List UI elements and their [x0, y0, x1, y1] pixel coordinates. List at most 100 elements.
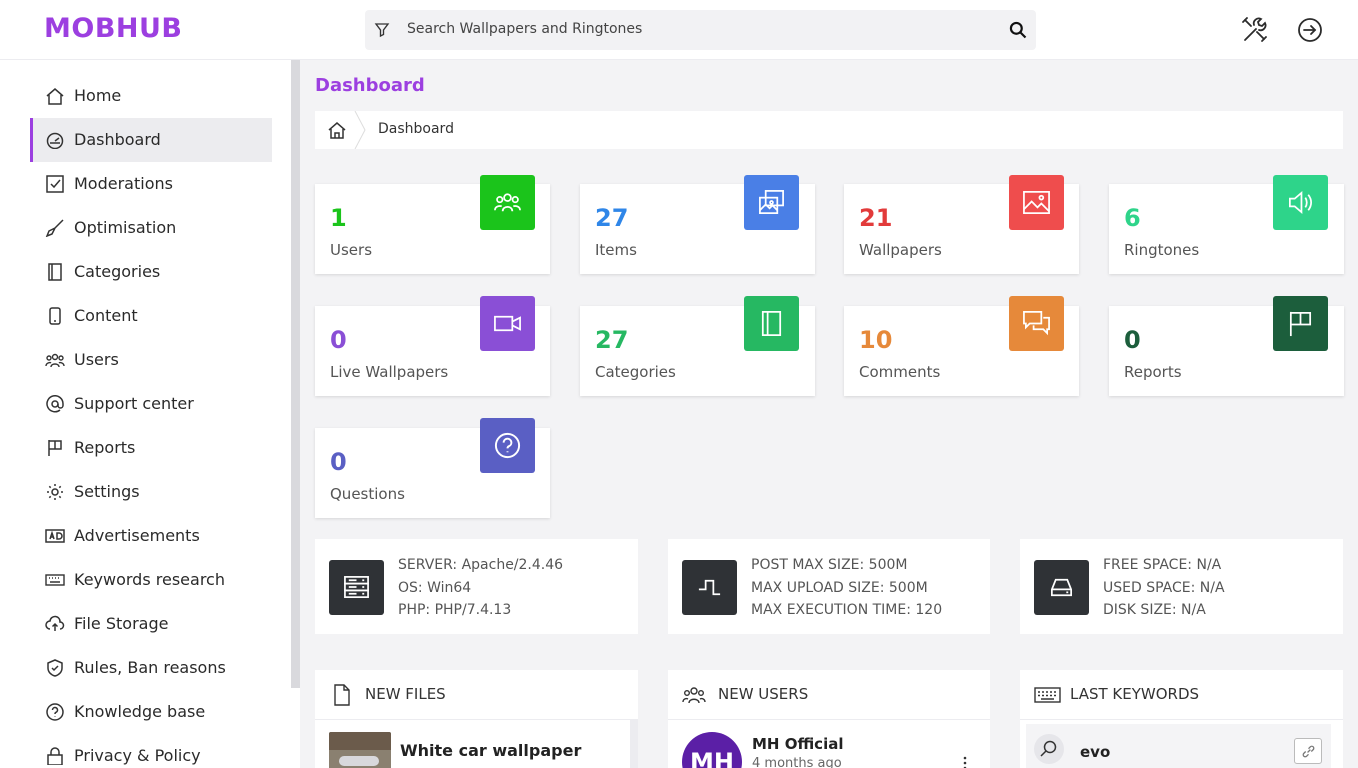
file-title[interactable]: White car wallpaper [400, 741, 581, 760]
sidebar-item-label: Keywords research [74, 570, 225, 589]
upload-max-line: MAX UPLOAD SIZE: 500M [751, 579, 928, 596]
question-icon [46, 703, 64, 721]
comments-badge [1009, 296, 1064, 351]
keyword-link-button[interactable] [1294, 738, 1322, 764]
keyword-row[interactable]: evo [1026, 724, 1331, 768]
video-icon [494, 315, 521, 332]
limits-info-box: POST MAX SIZE: 500M MAX UPLOAD SIZE: 500… [668, 539, 990, 634]
ringtones-badge [1273, 175, 1328, 230]
free-space-line: FREE SPACE: N/A [1103, 557, 1222, 573]
sidebar-item-label: Advertisements [74, 526, 200, 545]
tools-icon[interactable] [1240, 15, 1270, 45]
pulse-icon [698, 579, 721, 596]
sidebar-item-label: Users [74, 350, 119, 369]
top-header: MOBHUB Search Wallpapers and Ringtones [0, 0, 1358, 60]
sidebar-item-settings[interactable]: Settings [30, 470, 272, 514]
sidebar-item-file-storage[interactable]: File Storage [30, 602, 272, 646]
stat-value: 6 [1124, 204, 1141, 232]
stat-label: Comments [859, 363, 941, 381]
more-vertical-icon[interactable] [962, 756, 968, 768]
hard-drive-icon [1050, 578, 1073, 597]
sidebar-item-privacy-policy[interactable]: Privacy & Policy [30, 734, 272, 768]
panel-header: NEW USERS [668, 670, 990, 720]
sidebar-item-reports[interactable]: Reports [30, 426, 272, 470]
stat-label: Categories [595, 363, 676, 381]
app-logo[interactable]: MOBHUB [44, 13, 183, 44]
sidebar-item-label: File Storage [74, 614, 169, 633]
keyword-search-badge [1034, 734, 1064, 764]
server-icon [344, 576, 369, 599]
stat-label: Reports [1124, 363, 1182, 381]
logout-icon[interactable] [1295, 15, 1325, 45]
sidebar-item-label: Reports [74, 438, 136, 457]
keyboard-icon [45, 574, 65, 586]
users-icon [494, 193, 521, 212]
user-joined: 4 months ago [752, 756, 842, 768]
reports-badge [1273, 296, 1328, 351]
exec-time-line: MAX EXECUTION TIME: 120 [751, 602, 943, 618]
stat-label: Wallpapers [859, 241, 942, 259]
avatar[interactable]: MH [682, 732, 742, 768]
sidebar-item-label: Settings [74, 482, 140, 501]
sidebar-item-categories[interactable]: Categories [30, 250, 272, 294]
panel-title: LAST KEYWORDS [1070, 685, 1200, 703]
search-bar[interactable]: Search Wallpapers and Ringtones [365, 10, 1036, 50]
sidebar-item-knowledge-base[interactable]: Knowledge base [30, 690, 272, 734]
shield-icon [47, 659, 63, 677]
php-line: PHP: PHP/7.4.13 [398, 602, 512, 618]
last-keywords-panel: LAST KEYWORDS evo [1020, 670, 1343, 768]
gear-icon [47, 484, 63, 500]
keyword-text: evo [1080, 743, 1111, 761]
file-thumbnail[interactable] [329, 732, 391, 768]
sidebar-item-keywords-research[interactable]: Keywords research [30, 558, 272, 602]
sidebar-scrollbar[interactable] [291, 60, 300, 688]
server-info-box: SERVER: Apache/2.4.46 OS: Win64 PHP: PHP… [315, 539, 638, 634]
search-icon[interactable] [1008, 20, 1028, 40]
stat-label: Users [330, 241, 373, 259]
sidebar-item-users[interactable]: Users [30, 338, 272, 382]
limits-badge [682, 560, 737, 615]
home-icon[interactable] [327, 120, 347, 140]
search-input[interactable]: Search Wallpapers and Ringtones [407, 21, 642, 37]
sidebar-item-label: Knowledge base [74, 702, 206, 721]
sidebar-item-rules[interactable]: Rules, Ban reasons [30, 646, 272, 690]
filter-icon[interactable] [373, 21, 391, 39]
stat-label: Ringtones [1124, 241, 1200, 259]
questions-badge [480, 418, 535, 473]
page-title: Dashboard [315, 75, 425, 96]
breadcrumb: Dashboard [315, 111, 1343, 149]
flag-icon [48, 440, 62, 456]
user-name[interactable]: MH Official [752, 735, 843, 753]
new-files-panel: NEW FILES White car wallpaper [315, 670, 638, 768]
users-icon [682, 687, 706, 704]
sidebar-item-dashboard[interactable]: Dashboard [30, 118, 272, 162]
sidebar-item-label: Privacy & Policy [74, 746, 201, 765]
stat-value: 0 [1124, 326, 1141, 354]
checkbox-icon [46, 175, 64, 193]
sidebar-item-moderations[interactable]: Moderations [30, 162, 272, 206]
panel-header: LAST KEYWORDS [1020, 670, 1343, 720]
users-icon [45, 353, 65, 368]
sidebar-item-advertisements[interactable]: Advertisements [30, 514, 272, 558]
at-icon [46, 395, 64, 413]
ad-icon [45, 529, 65, 543]
stat-value: 0 [330, 326, 347, 354]
images-icon [759, 190, 784, 215]
post-max-line: POST MAX SIZE: 500M [751, 557, 908, 573]
sidebar-item-content[interactable]: Content [30, 294, 272, 338]
search-icon [1040, 740, 1057, 757]
live-wallpapers-badge [480, 296, 535, 351]
new-users-panel: NEW USERS MH MH Official 4 months ago [668, 670, 990, 768]
sidebar-item-home[interactable]: Home [30, 74, 272, 118]
keyboard-icon [1034, 687, 1061, 703]
stat-value: 27 [595, 326, 629, 354]
panel-scrollbar[interactable] [630, 720, 638, 768]
broom-icon [45, 219, 64, 237]
sidebar-item-optimisation[interactable]: Optimisation [30, 206, 272, 250]
sidebar-item-label: Dashboard [74, 130, 161, 149]
sidebar-item-support-center[interactable]: Support center [30, 382, 272, 426]
breadcrumb-current[interactable]: Dashboard [378, 121, 454, 137]
speaker-icon [1288, 190, 1312, 215]
stat-value: 1 [330, 204, 347, 232]
categories-badge [744, 296, 799, 351]
